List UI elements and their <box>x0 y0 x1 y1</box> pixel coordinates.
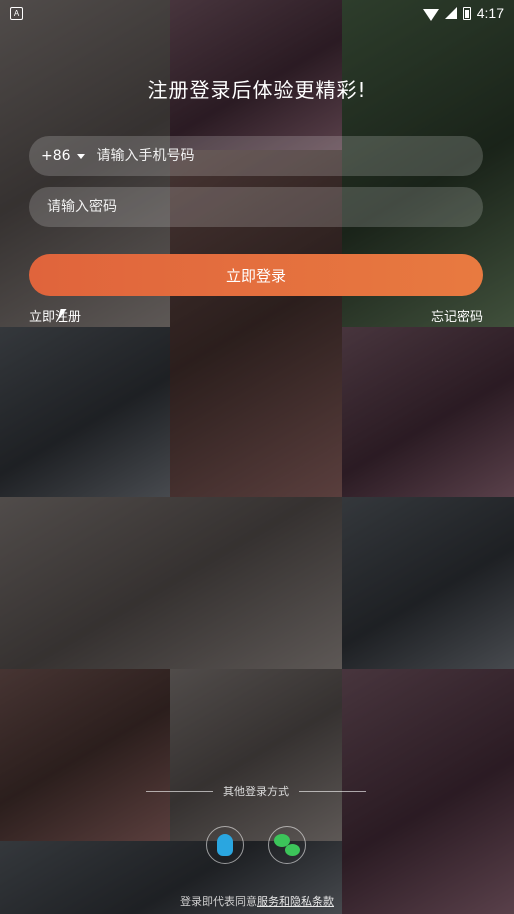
login-button[interactable]: 立即登录 <box>29 254 483 296</box>
status-bar: A 4:17 <box>0 0 514 26</box>
register-link[interactable]: 立即注册 <box>29 306 81 325</box>
forgot-password-link[interactable]: 忘记密码 <box>431 306 483 325</box>
notification-icon: A <box>10 6 23 20</box>
cell-signal-icon <box>444 7 457 19</box>
qq-login-button[interactable] <box>206 826 244 864</box>
password-input[interactable] <box>45 198 467 216</box>
auth-links: 立即注册 忘记密码 <box>29 306 483 325</box>
other-login-label: 其他登录方式 <box>223 785 289 798</box>
divider-line <box>299 790 366 792</box>
phone-field[interactable]: +86 <box>29 136 483 176</box>
country-code: +86 <box>41 148 71 164</box>
other-login-divider: 其他登录方式 <box>146 783 366 799</box>
dropdown-caret-icon <box>76 153 85 159</box>
terms-link[interactable]: 服务和隐私条款 <box>257 895 334 908</box>
social-login-options <box>206 826 306 864</box>
agreement-text: 登录即代表同意服务和隐私条款 <box>0 893 514 909</box>
battery-icon <box>462 6 471 20</box>
divider-line <box>146 790 213 792</box>
qq-icon <box>217 834 233 856</box>
wechat-login-button[interactable] <box>268 826 306 864</box>
status-time: 4:17 <box>476 5 504 21</box>
wifi-icon <box>422 9 439 21</box>
wechat-icon <box>274 834 300 856</box>
agreement-prefix: 登录即代表同意 <box>180 895 257 908</box>
password-field[interactable] <box>29 187 483 227</box>
phone-input[interactable] <box>94 147 467 165</box>
country-code-selector[interactable]: +86 <box>41 148 85 164</box>
page-title: 注册登录后体验更精彩! <box>147 78 367 102</box>
